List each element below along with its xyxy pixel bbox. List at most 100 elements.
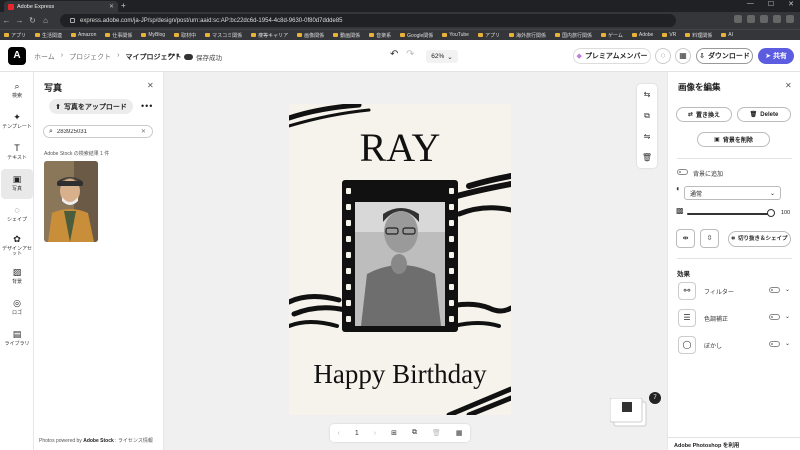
photoshop-link[interactable]: Adobe Photoshop を利用: [668, 437, 800, 450]
bookmark-item[interactable]: Adobe: [631, 32, 653, 38]
blur-icon[interactable]: ◯: [678, 336, 696, 354]
credit-brand[interactable]: Adobe Stock: [83, 438, 114, 444]
remove-background-button[interactable]: ▣ 背景を削除: [697, 132, 770, 147]
rail-item-shape[interactable]: ◌ シェイプ: [1, 200, 33, 230]
undo-icon[interactable]: ↶: [390, 49, 398, 60]
crop-and-shape-button[interactable]: ⌗ 切り抜き＆シェイプ: [728, 231, 791, 247]
adjustments-toggle[interactable]: [769, 314, 780, 320]
profile-icon[interactable]: [786, 15, 794, 23]
bookmark-item[interactable]: AI: [721, 32, 733, 38]
bookmark-item[interactable]: 国内旅行関係: [554, 32, 592, 39]
duplicate-page-icon[interactable]: ⧉: [412, 429, 417, 437]
grid-view-icon[interactable]: ▦: [456, 429, 463, 437]
bookmark-item[interactable]: 音楽系: [369, 32, 391, 39]
extension-icon[interactable]: [773, 15, 781, 23]
birthday-card[interactable]: RAY Happy Birthday: [289, 104, 511, 415]
page-thumbnails[interactable]: [609, 397, 650, 428]
flip-vertical-button[interactable]: ⇳: [700, 229, 719, 248]
blur-toggle[interactable]: [769, 341, 780, 347]
chevron-down-icon[interactable]: ⌄: [785, 313, 790, 320]
bookmark-item[interactable]: MyBlog: [141, 32, 165, 38]
breadcrumb-home[interactable]: ホーム: [34, 52, 55, 62]
filter-icon[interactable]: ⚯: [678, 282, 696, 300]
url-field[interactable]: express.adobe.com/ja-JP/sp/design/post/u…: [60, 14, 676, 27]
bookmark-item[interactable]: アプリ: [4, 32, 26, 39]
upload-photo-button[interactable]: ⬆ 写真をアップロード: [49, 99, 133, 114]
premium-member-button[interactable]: ◆ プレミアムメンバー: [573, 48, 651, 64]
photo-search-input[interactable]: [56, 128, 137, 135]
close-panel-icon[interactable]: ✕: [147, 81, 154, 90]
maximize-icon[interactable]: ☐: [768, 0, 774, 8]
new-tab-button[interactable]: +: [121, 1, 126, 10]
rail-item-logo[interactable]: ◎ ロゴ: [1, 293, 33, 323]
rail-item-photo[interactable]: ▣ 写真: [1, 169, 33, 199]
download-button[interactable]: ⇩ ダウンロード: [696, 48, 753, 64]
more-options-button[interactable]: •••: [168, 50, 180, 60]
rail-item-search[interactable]: ⌕ 検索: [1, 76, 33, 106]
trash-icon[interactable]: 🗑: [642, 153, 652, 162]
rail-item-background[interactable]: ▨ 背景: [1, 262, 33, 292]
credit-license[interactable]: : ライセンス情報: [114, 438, 153, 444]
close-tab-icon[interactable]: ✕: [109, 3, 114, 10]
extension-icon[interactable]: [760, 15, 768, 23]
breadcrumb-projects[interactable]: プロジェクト: [69, 52, 111, 62]
rail-item-text[interactable]: T テキスト: [1, 138, 33, 168]
bookmark-item[interactable]: ゲーム: [601, 32, 623, 39]
browser-tab[interactable]: Adobe Express ✕: [4, 1, 118, 12]
bookmark-item[interactable]: 画像関係: [297, 32, 324, 39]
replace-button[interactable]: ⇄ 置き換え: [676, 107, 732, 122]
clear-search-icon[interactable]: ✕: [141, 128, 146, 135]
bookmark-item[interactable]: Amazon: [71, 32, 96, 38]
opacity-slider-handle[interactable]: [767, 209, 775, 217]
zoom-dropdown[interactable]: 62% ⌄: [426, 50, 458, 63]
stock-photo-thumbnail[interactable]: [44, 161, 98, 242]
prev-page-icon[interactable]: ‹: [338, 430, 340, 437]
delete-button[interactable]: 🗑 Delete: [737, 107, 791, 122]
rail-item-template[interactable]: ✦ テンプレート: [1, 107, 33, 137]
notification-badge[interactable]: 7: [649, 392, 661, 404]
bookmark-item[interactable]: 料理関係: [685, 32, 712, 39]
opacity-slider[interactable]: [687, 213, 770, 215]
adjustments-icon[interactable]: ☰: [678, 309, 696, 327]
redo-icon[interactable]: ↷: [406, 49, 414, 60]
extension-icon[interactable]: [734, 15, 742, 23]
share-button[interactable]: ➤ 共有: [758, 48, 794, 64]
bookmark-item[interactable]: 生活関連: [35, 32, 62, 39]
close-panel-icon[interactable]: ✕: [785, 81, 792, 90]
add-to-background-toggle[interactable]: [677, 169, 688, 175]
bookmark-item[interactable]: 痩等キャリア: [251, 32, 288, 39]
bookmark-item[interactable]: 動画関係: [333, 32, 360, 39]
minimize-icon[interactable]: —: [747, 0, 754, 8]
bookmark-item[interactable]: Google関係: [400, 32, 433, 39]
reload-icon[interactable]: ↻: [26, 16, 39, 25]
bookmark-item[interactable]: マスコミ関係: [205, 32, 242, 39]
calendar-icon[interactable]: ▦: [675, 48, 691, 64]
bookmark-item[interactable]: 海外旅行関係: [508, 32, 546, 39]
add-page-icon[interactable]: ⊞: [391, 429, 397, 437]
home-icon[interactable]: ⌂: [39, 16, 52, 25]
layers-icon[interactable]: ⧉: [644, 111, 650, 121]
swap-icon[interactable]: ⇆: [644, 90, 651, 99]
adobe-express-logo[interactable]: A: [8, 47, 26, 65]
card-name-text[interactable]: RAY: [289, 124, 511, 171]
lightbulb-icon[interactable]: ◌: [655, 48, 671, 64]
arrange-icon[interactable]: ⇋: [644, 132, 651, 141]
bookmark-item[interactable]: 仕事関係: [105, 32, 132, 39]
delete-page-icon[interactable]: 🗑: [432, 429, 441, 437]
forward-icon[interactable]: →: [13, 16, 26, 25]
bookmark-item[interactable]: VR: [662, 32, 676, 38]
bookmark-item[interactable]: YouTube: [442, 32, 469, 38]
flip-horizontal-button[interactable]: ⇹: [676, 229, 695, 248]
back-icon[interactable]: ←: [0, 16, 13, 25]
bookmark-item[interactable]: 取材中: [174, 32, 196, 39]
close-window-icon[interactable]: ✕: [788, 0, 794, 8]
extension-icon[interactable]: [747, 15, 755, 23]
panel-more-button[interactable]: •••: [141, 101, 153, 111]
rail-item-design-assets[interactable]: ✿ デザインアセット: [1, 231, 33, 261]
rail-item-library[interactable]: ▤ ライブラリ: [1, 324, 33, 354]
chevron-down-icon[interactable]: ⌄: [785, 286, 790, 293]
bookmark-item[interactable]: アプリ: [477, 32, 500, 39]
chevron-down-icon[interactable]: ⌄: [785, 340, 790, 347]
next-page-icon[interactable]: ›: [374, 430, 376, 437]
filter-toggle[interactable]: [769, 287, 780, 293]
